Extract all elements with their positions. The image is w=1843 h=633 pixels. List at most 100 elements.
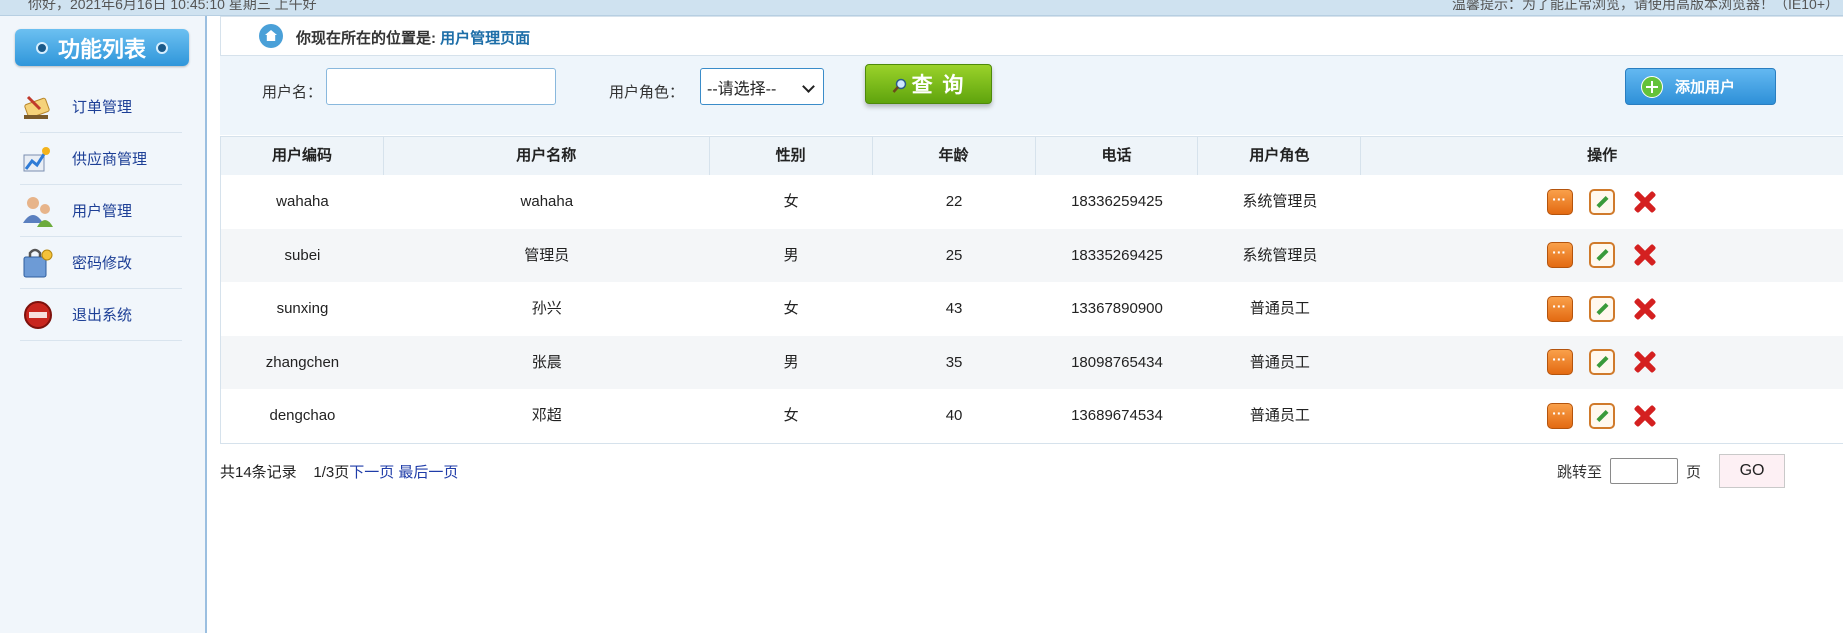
lock-icon bbox=[20, 245, 56, 281]
users-icon bbox=[20, 193, 56, 229]
add-user-button[interactable]: 添加用户 bbox=[1625, 68, 1776, 105]
view-icon[interactable] bbox=[1547, 402, 1574, 429]
view-icon[interactable] bbox=[1547, 188, 1574, 215]
query-button[interactable]: 查 询 bbox=[865, 64, 992, 104]
cell-phone: 18098765434 bbox=[1071, 353, 1163, 371]
sidebar-item-suppliers[interactable]: 供应商管理 bbox=[20, 133, 182, 185]
header-role: 用户角色 bbox=[1198, 137, 1362, 175]
cell-gender: 女 bbox=[783, 407, 799, 424]
cell-actions bbox=[1361, 282, 1843, 336]
sidebar-menu: 订单管理 供应商管理 用户管理 密码修改 退出系统 bbox=[20, 81, 182, 341]
table-row: zhangchen 张晨 男 35 18098765434 普通员工 bbox=[221, 335, 1843, 390]
bullet-icon bbox=[35, 41, 48, 54]
header-user-code: 用户编码 bbox=[221, 137, 384, 175]
edit-icon[interactable] bbox=[1589, 402, 1616, 429]
greeting-text: 你好，2021年6月16日 10:45:10 星期三 上午好 bbox=[28, 0, 317, 12]
sidebar-item-label: 退出系统 bbox=[72, 307, 133, 324]
sidebar: 功能列表 订单管理 供应商管理 用户管理 密码修改 退出系统 bbox=[0, 16, 207, 633]
sidebar-item-label: 订单管理 bbox=[72, 99, 133, 116]
edit-icon[interactable] bbox=[1589, 188, 1616, 215]
cell-actions bbox=[1361, 336, 1843, 390]
cell-gender: 男 bbox=[783, 246, 799, 264]
tip-text: 温馨提示：为了能正常浏览，请使用高版本浏览器！（IE10+） bbox=[1452, 0, 1839, 12]
cell-phone: 18336259425 bbox=[1071, 193, 1163, 210]
cell-age: 25 bbox=[945, 246, 963, 264]
delete-icon[interactable] bbox=[1631, 242, 1657, 268]
username-label: 用户名： bbox=[262, 84, 323, 101]
cell-user-code: wahaha bbox=[276, 193, 329, 210]
cell-phone: 13689674534 bbox=[1071, 407, 1163, 424]
table-body: wahaha wahaha 女 22 18336259425 系统管理员 subei 管理员 男… bbox=[221, 175, 1843, 443]
order-icon bbox=[20, 89, 56, 125]
top-bar: 你好，2021年6月16日 10:45:10 星期三 上午好 温馨提示：为了能正… bbox=[0, 0, 1843, 16]
page-jump: 跳转至 页 GO bbox=[1557, 454, 1786, 488]
role-label: 用户角色： bbox=[609, 84, 685, 101]
breadcrumb-current: 用户管理页面 bbox=[440, 30, 531, 47]
query-button-label: 查 询 bbox=[911, 74, 966, 97]
cell-age: 43 bbox=[945, 300, 963, 317]
cell-age: 35 bbox=[945, 353, 963, 371]
cell-role: 普通员工 bbox=[1249, 353, 1310, 371]
exit-icon bbox=[20, 297, 56, 333]
cell-user-name: 管理员 bbox=[524, 246, 570, 264]
cell-user-name: 张晨 bbox=[531, 353, 562, 371]
sidebar-title: 功能列表 bbox=[15, 29, 189, 66]
header-phone: 电话 bbox=[1036, 137, 1199, 175]
cell-user-name: wahaha bbox=[520, 193, 574, 210]
add-user-label: 添加用户 bbox=[1675, 79, 1736, 96]
view-icon[interactable] bbox=[1547, 242, 1574, 269]
next-page-link[interactable]: 下一页 bbox=[349, 464, 394, 481]
cell-user-code: subei bbox=[284, 246, 321, 264]
chevron-down-icon bbox=[802, 80, 815, 93]
sidebar-title-text: 功能列表 bbox=[57, 36, 146, 62]
cell-user-code: sunxing bbox=[276, 300, 329, 317]
edit-icon[interactable] bbox=[1589, 295, 1616, 322]
view-icon[interactable] bbox=[1547, 349, 1574, 376]
edit-icon[interactable] bbox=[1589, 242, 1616, 269]
bullet-icon bbox=[156, 41, 168, 54]
cell-role: 普通员工 bbox=[1249, 407, 1310, 424]
jump-page-input[interactable] bbox=[1610, 458, 1679, 484]
breadcrumb-prefix: 你现在所在的位置是: bbox=[296, 30, 436, 47]
edit-icon[interactable] bbox=[1589, 349, 1616, 376]
view-icon[interactable] bbox=[1547, 295, 1574, 322]
delete-icon[interactable] bbox=[1631, 403, 1657, 429]
breadcrumb: 你现在所在的位置是: 用户管理页面 bbox=[220, 16, 1843, 56]
username-input[interactable] bbox=[326, 68, 556, 105]
role-select[interactable]: --请选择-- bbox=[700, 68, 824, 105]
table-header: 用户编码 用户名称 性别 年龄 电话 用户角色 操作 bbox=[221, 137, 1843, 175]
header-gender: 性别 bbox=[710, 137, 873, 175]
sidebar-item-password[interactable]: 密码修改 bbox=[20, 237, 182, 289]
table-row: dengchao 邓超 女 40 13689674534 普通员工 bbox=[221, 389, 1843, 443]
last-page-link[interactable]: 最后一页 bbox=[398, 464, 458, 481]
cell-age: 22 bbox=[945, 193, 963, 210]
user-table: 用户编码 用户名称 性别 年龄 电话 用户角色 操作 wahaha wahaha 女… bbox=[220, 136, 1843, 444]
sidebar-item-label: 用户管理 bbox=[72, 203, 133, 220]
cell-role: 普通员工 bbox=[1249, 300, 1310, 317]
delete-icon[interactable] bbox=[1631, 349, 1657, 375]
magnifier-icon bbox=[892, 76, 908, 93]
sidebar-item-orders[interactable]: 订单管理 bbox=[20, 81, 182, 133]
go-button[interactable]: GO bbox=[1719, 454, 1786, 488]
cell-user-code: zhangchen bbox=[265, 353, 340, 371]
cell-actions bbox=[1361, 389, 1843, 443]
page-indicator: 1/3页 bbox=[313, 464, 350, 481]
sidebar-item-logout[interactable]: 退出系统 bbox=[20, 289, 182, 341]
cell-role: 系统管理员 bbox=[1242, 246, 1318, 264]
cell-phone: 18335269425 bbox=[1071, 246, 1163, 264]
delete-icon[interactable] bbox=[1631, 189, 1657, 215]
total-records: 共14条记录 bbox=[220, 464, 297, 481]
supplier-icon bbox=[20, 141, 56, 177]
cell-phone: 13367890900 bbox=[1071, 300, 1163, 317]
header-age: 年龄 bbox=[873, 137, 1036, 175]
home-icon[interactable] bbox=[259, 24, 283, 48]
cell-user-name: 邓超 bbox=[531, 407, 562, 424]
jump-label: 跳转至 bbox=[1557, 463, 1603, 481]
page-unit-label: 页 bbox=[1686, 463, 1702, 481]
pagination: 共14条记录 1/3页下一页 最后一页 bbox=[220, 461, 458, 482]
cell-age: 40 bbox=[945, 407, 963, 424]
header-actions: 操作 bbox=[1587, 147, 1618, 164]
plus-icon bbox=[1641, 75, 1663, 98]
sidebar-item-users[interactable]: 用户管理 bbox=[20, 185, 182, 237]
delete-icon[interactable] bbox=[1631, 296, 1657, 322]
